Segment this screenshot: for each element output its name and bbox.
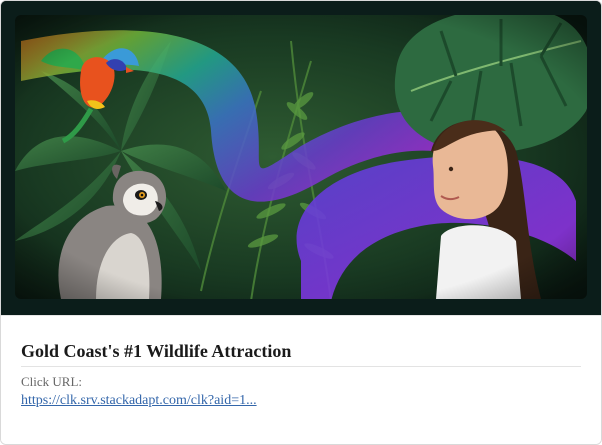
ad-info-panel: Gold Coast's #1 Wildlife Attraction Clic… (1, 315, 601, 444)
click-url-label: Click URL: (21, 374, 83, 389)
jungle-scene (1, 1, 601, 315)
ad-preview-card: Gold Coast's #1 Wildlife Attraction Clic… (0, 0, 602, 445)
ad-creative-image[interactable] (1, 1, 601, 315)
click-url-link[interactable]: https://clk.srv.stackadapt.com/clk?aid=1… (21, 392, 257, 410)
ad-headline: Gold Coast's #1 Wildlife Attraction (21, 340, 581, 367)
